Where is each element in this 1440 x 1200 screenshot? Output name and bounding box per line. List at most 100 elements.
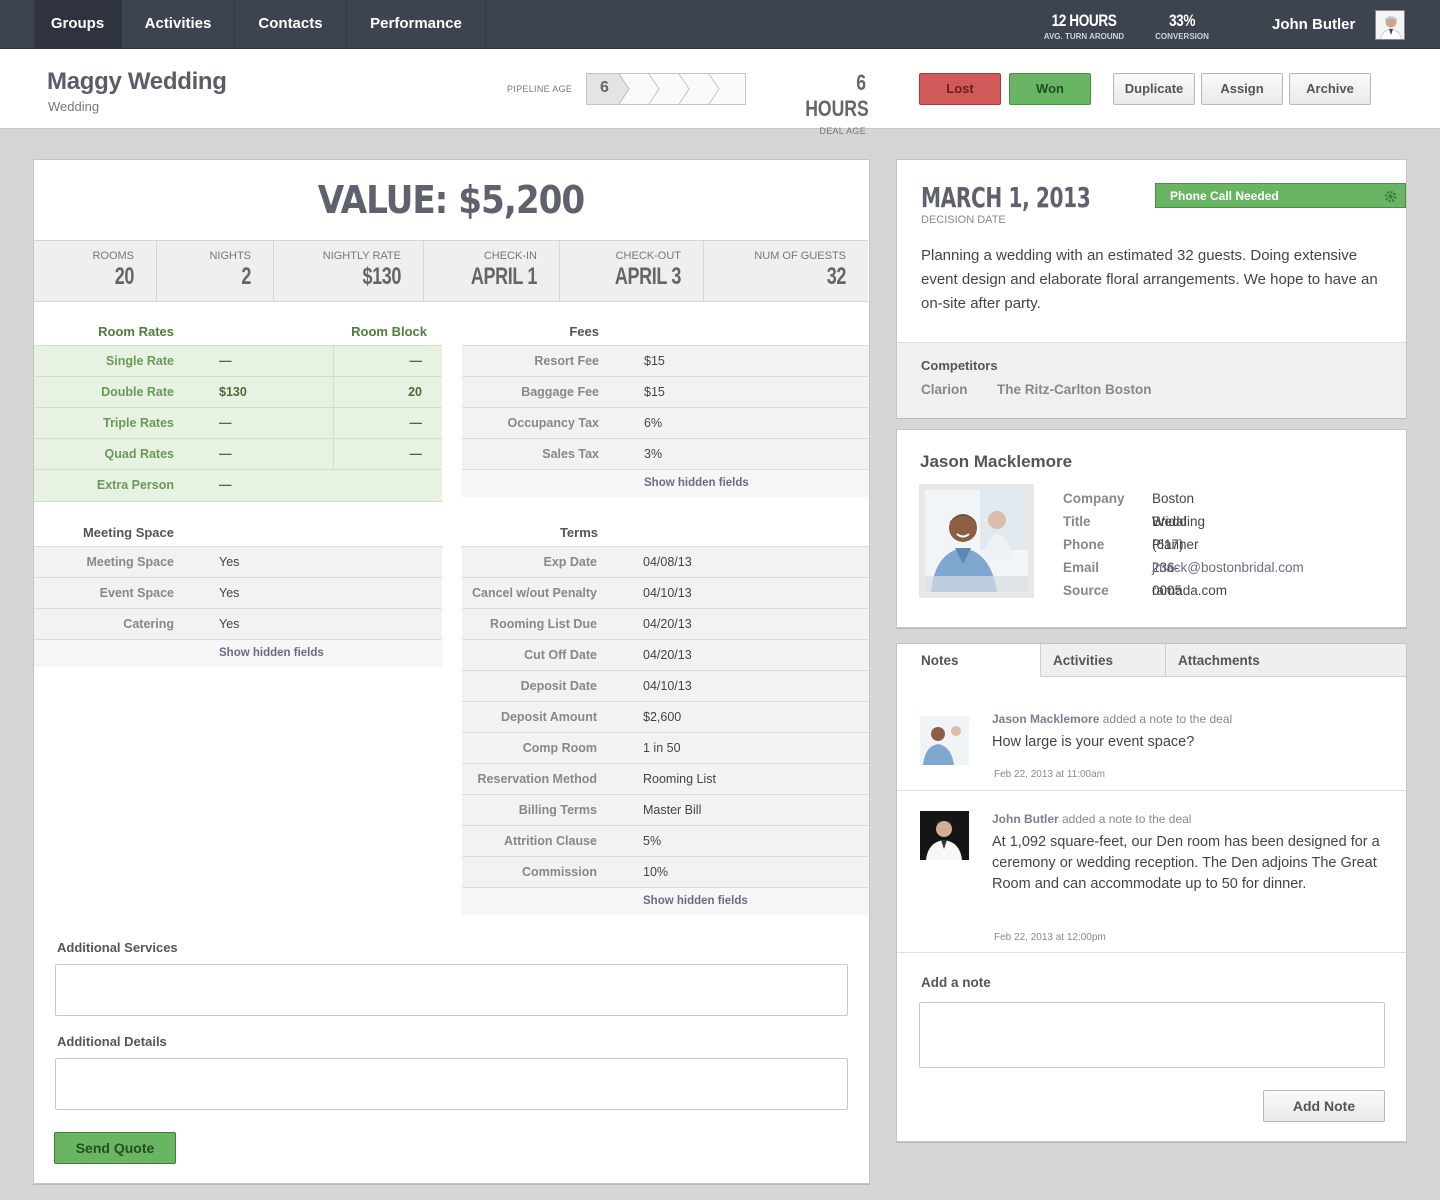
contact-row-company: Company Boston Bridal	[1063, 487, 1194, 529]
metric-num-guests: NUM OF GUESTS 32	[704, 241, 868, 301]
table-row: Single Rate — —	[34, 346, 442, 377]
table-row: Extra Person —	[34, 470, 442, 502]
row-label: Occupancy Tax	[507, 416, 599, 430]
row-label: Cut Off Date	[524, 648, 597, 662]
deal-age: 6 HOURS DEAL AGE	[790, 70, 869, 137]
row-value[interactable]: 04/20/13	[643, 617, 692, 631]
row-value[interactable]: Master Bill	[643, 803, 701, 817]
additional-services-input[interactable]	[55, 964, 848, 1016]
block-value[interactable]: —	[410, 354, 423, 368]
user-avatar[interactable]	[1375, 10, 1405, 40]
table-row: Baggage Fee $15	[462, 377, 869, 408]
table-row: Triple Rates — —	[34, 408, 442, 439]
row-label: Deposit Amount	[500, 710, 597, 724]
archive-button[interactable]: Archive	[1289, 73, 1371, 105]
row-value[interactable]: 04/10/13	[643, 679, 692, 693]
row-value[interactable]: 1 in 50	[643, 741, 681, 755]
rate-value[interactable]: —	[219, 354, 232, 368]
metric-value: APRIL 3	[614, 263, 681, 290]
note-author-line: Jason Macklemore added a note to the dea…	[992, 712, 1232, 726]
tab-activities[interactable]: Activities	[1041, 644, 1166, 677]
block-value[interactable]: —	[410, 447, 423, 461]
row-label: Billing Terms	[518, 803, 597, 817]
metric-value: $130	[362, 263, 401, 290]
note-author[interactable]: Jason Macklemore	[992, 712, 1099, 726]
contact-photo	[919, 484, 1034, 598]
status-tag-label: Phone Call Needed	[1170, 189, 1279, 203]
note-author[interactable]: John Butler	[992, 812, 1059, 826]
row-value[interactable]: Yes	[219, 586, 239, 600]
row-value[interactable]: 3%	[644, 447, 662, 461]
row-value[interactable]: $2,600	[643, 710, 681, 724]
row-value[interactable]: 5%	[643, 834, 661, 848]
notes-panel: Notes Activities Attachments Jason Mackl…	[896, 643, 1407, 1142]
contact-row-source: Source ramada.com	[1063, 579, 1227, 602]
won-button[interactable]: Won	[1009, 73, 1091, 105]
row-value[interactable]: 10%	[643, 865, 668, 879]
row-label: Quad Rates	[104, 447, 174, 461]
note-author-line: John Butler added a note to the deal	[992, 812, 1191, 826]
nav-tab-groups[interactable]: Groups	[34, 0, 122, 48]
row-value[interactable]: Rooming List	[643, 772, 716, 786]
contact-field-label: Title	[1063, 514, 1091, 529]
row-label: Rooming List Due	[490, 617, 597, 631]
rate-value[interactable]: —	[219, 447, 232, 461]
contact-avatar-icon	[925, 490, 1028, 592]
terms-show-hidden-link[interactable]: Show hidden fields	[462, 888, 869, 915]
metric-label: CHECK-OUT	[615, 250, 681, 262]
additional-details-label: Additional Details	[57, 1034, 167, 1049]
fees-show-hidden-link[interactable]: Show hidden fields	[462, 470, 869, 497]
row-value[interactable]: Yes	[219, 617, 239, 631]
row-value[interactable]: $15	[644, 354, 665, 368]
metric-value: 32	[826, 263, 847, 290]
user-name[interactable]: John Butler	[1272, 16, 1355, 33]
add-note-input[interactable]	[919, 1002, 1385, 1068]
row-value[interactable]: 04/10/13	[643, 586, 692, 600]
competitor-item: The Ritz-Carlton Boston	[997, 382, 1152, 397]
row-value[interactable]: Yes	[219, 555, 239, 569]
row-value[interactable]: 04/20/13	[643, 648, 692, 662]
lost-button[interactable]: Lost	[919, 73, 1001, 105]
block-value[interactable]: 20	[408, 385, 422, 399]
table-row: Meeting Space Yes	[34, 547, 442, 578]
table-row: Rooming List Due 04/20/13	[462, 609, 869, 640]
duplicate-button[interactable]: Duplicate	[1113, 73, 1195, 105]
rate-value[interactable]: —	[219, 478, 232, 492]
status-tag[interactable]: Phone Call Needed	[1155, 183, 1406, 208]
contact-field-value: ramada.com	[1152, 583, 1228, 598]
rate-value[interactable]: —	[219, 416, 232, 430]
block-value[interactable]: —	[410, 416, 423, 430]
row-label: Deposit Date	[520, 679, 597, 693]
deal-title: Maggy Wedding	[47, 68, 227, 95]
note-date: Feb 22, 2013 at 11:00am	[994, 769, 1106, 780]
metric-value: 20	[114, 263, 135, 290]
nav-tab-performance[interactable]: Performance	[347, 0, 486, 48]
additional-details-input[interactable]	[55, 1058, 848, 1110]
send-quote-button[interactable]: Send Quote	[54, 1132, 176, 1164]
tab-notes[interactable]: Notes	[897, 644, 1041, 677]
nav-tab-activities[interactable]: Activities	[122, 0, 235, 48]
assign-button[interactable]: Assign	[1201, 73, 1283, 105]
nav-tab-contacts[interactable]: Contacts	[235, 0, 347, 48]
row-value[interactable]: $15	[644, 385, 665, 399]
pipeline-age-value: 6	[600, 79, 609, 96]
table-row: Deposit Date 04/10/13	[462, 671, 869, 702]
row-value[interactable]: 6%	[644, 416, 662, 430]
tab-attachments[interactable]: Attachments	[1166, 644, 1406, 677]
competitors-section: Competitors Clarion The Ritz-Carlton Bos…	[897, 342, 1406, 418]
note-action: added a note to the deal	[1058, 812, 1192, 826]
add-note-button[interactable]: Add Note	[1263, 1090, 1385, 1122]
row-label: Attrition Clause	[503, 834, 597, 848]
contact-name[interactable]: Jason Macklemore	[920, 452, 1072, 472]
contact-email-link[interactable]: jmack@bostonbridal.com	[1152, 556, 1304, 579]
gear-icon[interactable]	[1384, 190, 1397, 203]
meeting-show-hidden-link[interactable]: Show hidden fields	[34, 640, 442, 667]
conversion-value: 33%	[1168, 11, 1196, 30]
table-row: Billing Terms Master Bill	[462, 795, 869, 826]
row-value[interactable]: 04/08/13	[643, 555, 692, 569]
contact-field-label: Source	[1063, 583, 1109, 598]
competitor-item: Clarion	[921, 382, 968, 397]
add-note-label: Add a note	[921, 975, 991, 990]
rate-value[interactable]: $130	[219, 385, 247, 399]
table-row: Event Space Yes	[34, 578, 442, 609]
